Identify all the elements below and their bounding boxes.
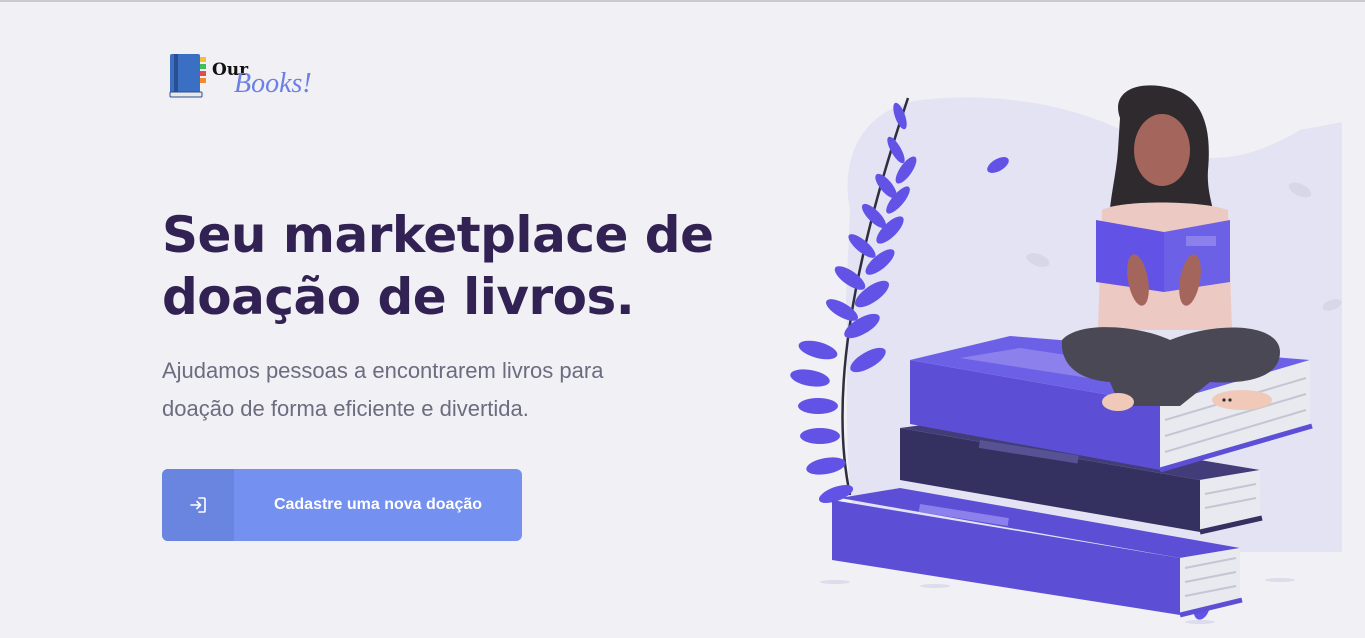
hero-title: Seu marketplace de doação de livros. (162, 206, 714, 326)
top-border (0, 0, 1365, 2)
logo[interactable]: Our Books! (168, 52, 348, 100)
sign-in-icon (190, 497, 206, 513)
book-icon (169, 54, 206, 98)
cta-label: Cadastre uma nova doação (273, 496, 483, 513)
new-donation-button[interactable]: Cadastre uma nova doação (162, 469, 522, 541)
woman-reading-on-books-illustration (790, 85, 1342, 624)
hero-subtitle: Ajudamos pessoas a encontrarem livros pa… (162, 358, 604, 421)
logo-text-books: Books! (234, 68, 312, 99)
cta-icon-container (162, 469, 234, 541)
